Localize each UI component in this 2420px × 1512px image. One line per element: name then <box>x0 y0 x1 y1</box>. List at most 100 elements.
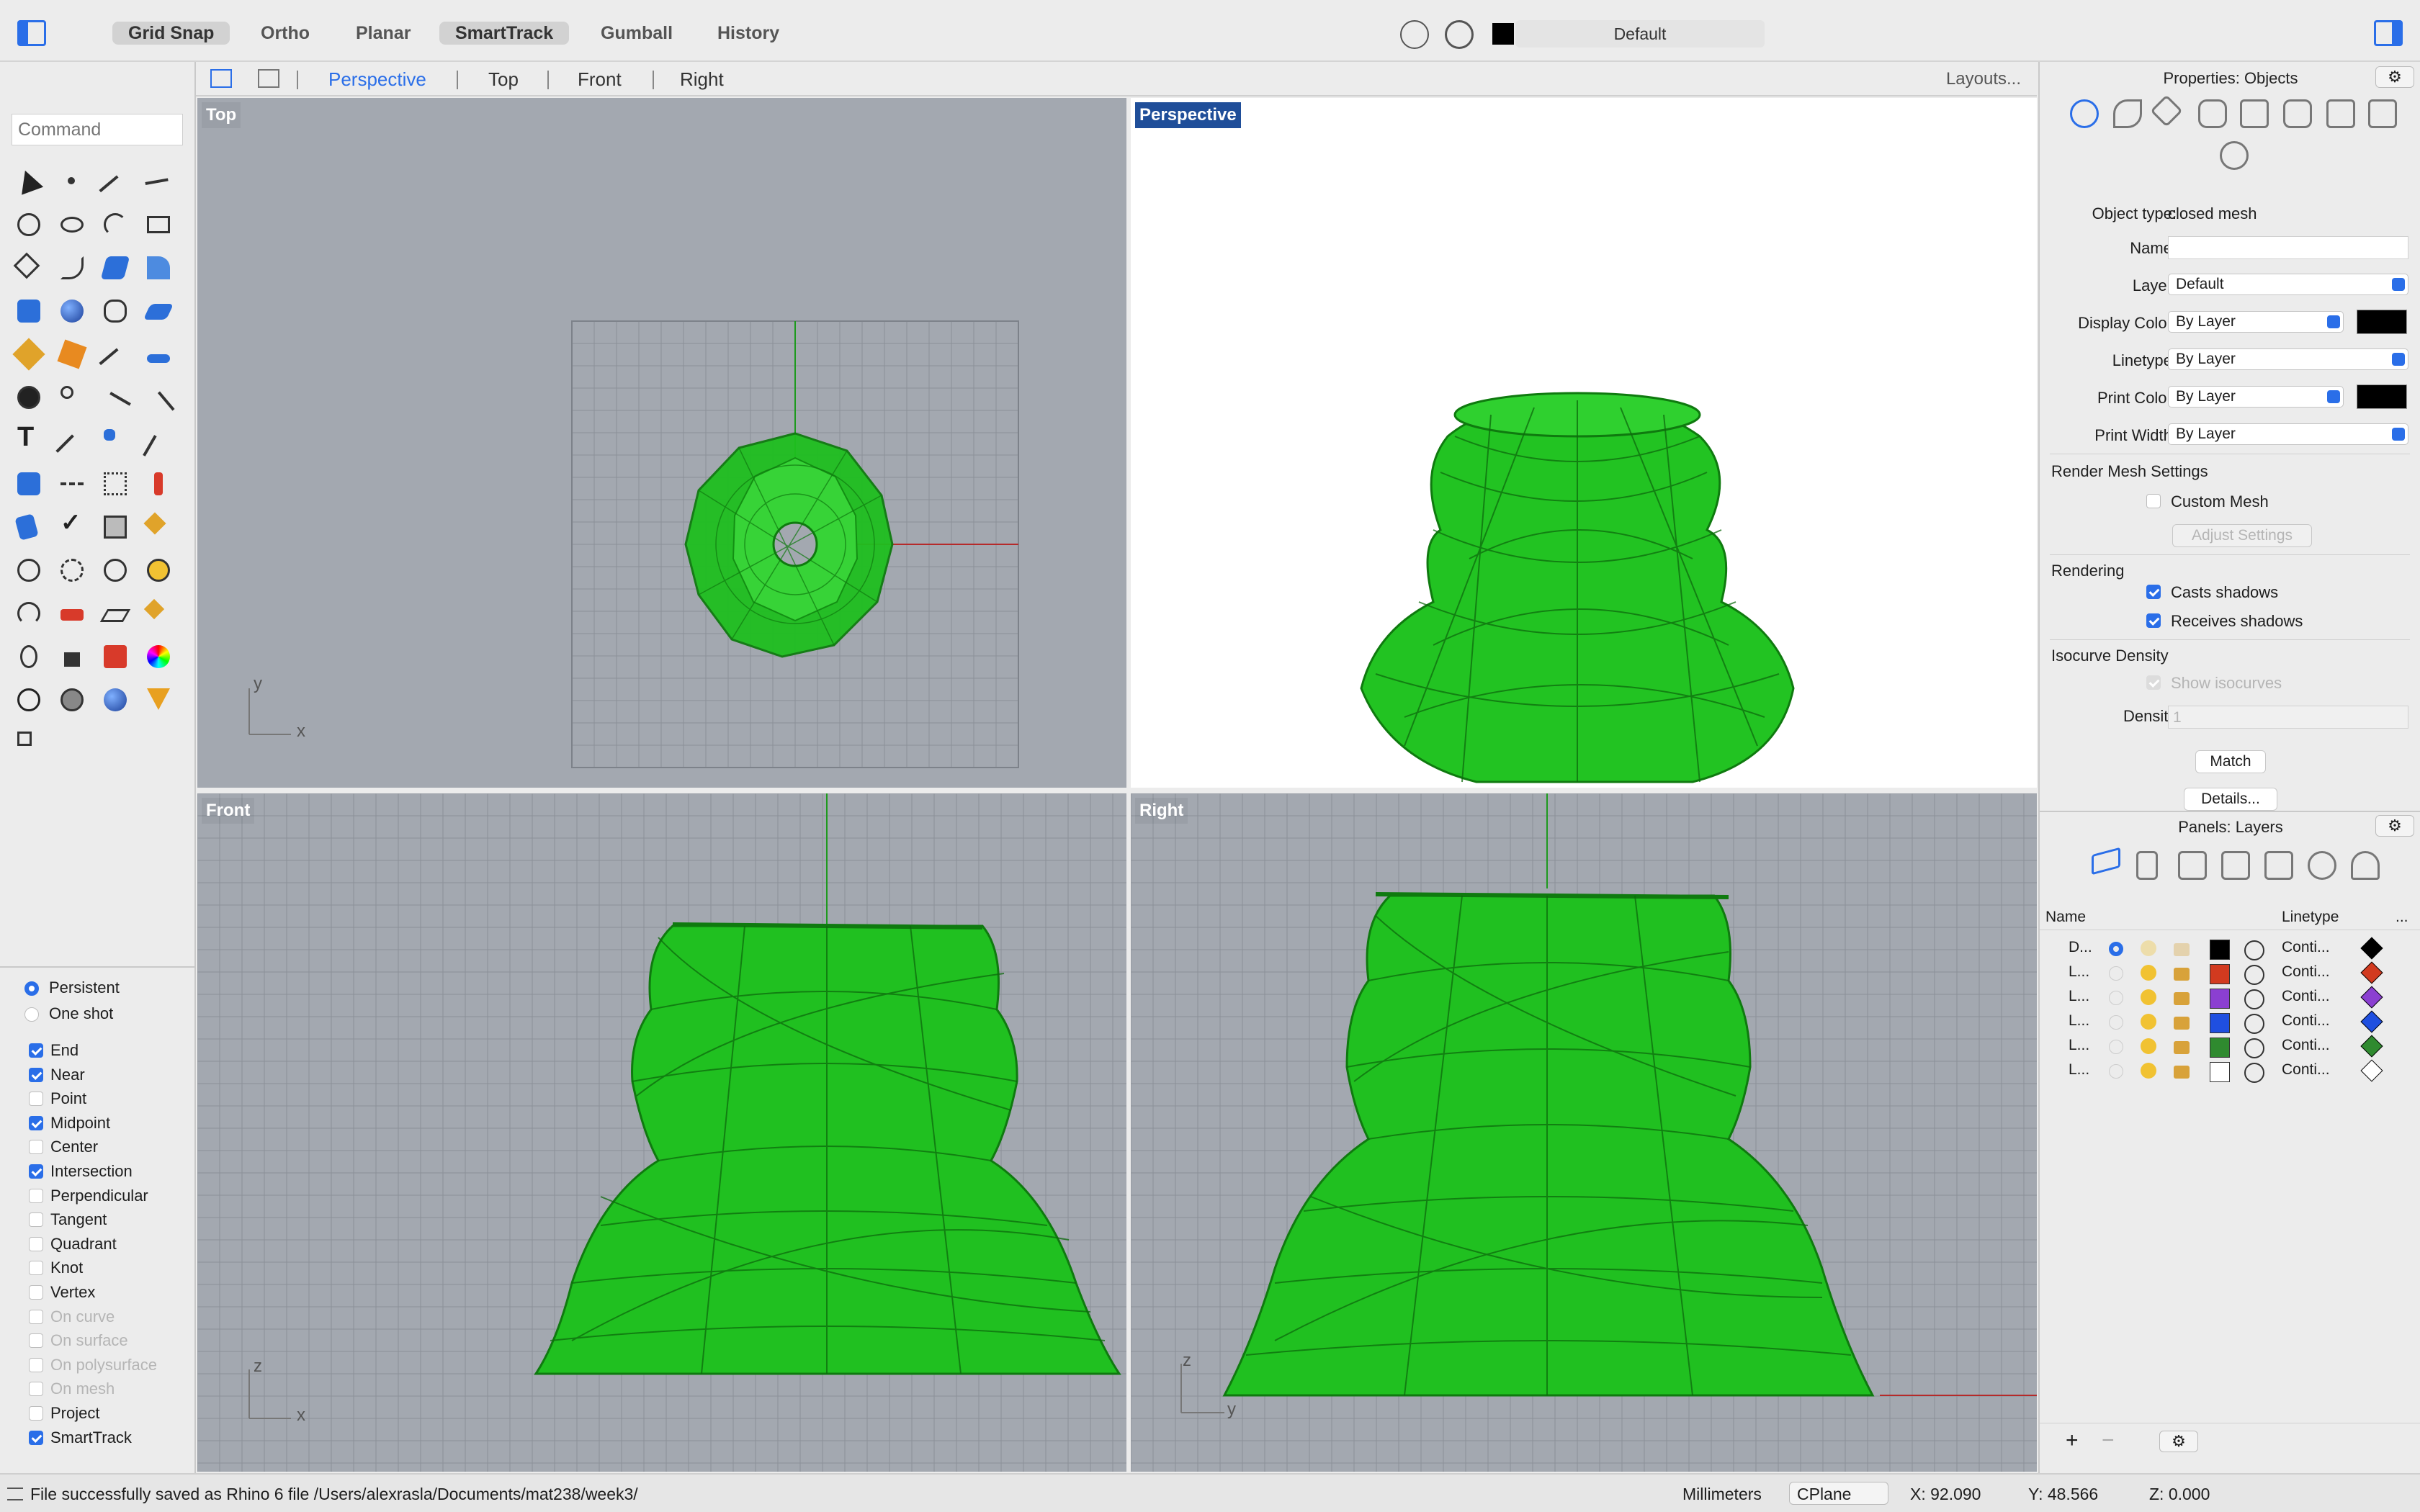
mesh-tool-icon[interactable] <box>7 333 50 376</box>
smarttrack-toggle[interactable]: SmartTrack <box>439 22 570 45</box>
split-tool-icon[interactable] <box>137 333 180 376</box>
osnap-on-surface[interactable]: On surface <box>0 1328 194 1353</box>
receives-shadows-checkbox[interactable] <box>2146 613 2161 628</box>
texture-properties-icon[interactable] <box>2198 99 2227 128</box>
group-tool-icon[interactable] <box>50 376 94 419</box>
array-tool-icon[interactable] <box>94 462 137 505</box>
material-circle-icon[interactable] <box>2244 1014 2264 1034</box>
layer-linetype[interactable]: Conti... <box>2282 1061 2330 1079</box>
layer-linetype[interactable]: Conti... <box>2282 963 2330 981</box>
layer-row[interactable]: D... Conti... <box>2040 935 2420 960</box>
current-layer-radio-icon[interactable] <box>2109 1040 2123 1054</box>
layers-options-gear-icon[interactable]: ⚙ <box>2159 1431 2198 1452</box>
density-field[interactable]: 1 <box>2168 706 2408 729</box>
dimension-tool-icon[interactable] <box>50 419 94 467</box>
lock-tool-icon[interactable] <box>50 635 94 678</box>
casts-shadows-checkbox[interactable] <box>2146 585 2161 599</box>
globe-properties-icon[interactable] <box>2220 141 2249 170</box>
show-isocurves-checkbox[interactable] <box>2146 675 2161 690</box>
checkbox[interactable] <box>29 1092 43 1107</box>
lightbulb-icon[interactable] <box>2141 940 2156 956</box>
right-sidebar-toggle-icon[interactable] <box>2374 20 2403 46</box>
layer-color-swatch[interactable] <box>2210 1038 2230 1058</box>
display-icon[interactable] <box>2264 851 2293 880</box>
osnap-mode-persistent[interactable]: Persistent <box>0 975 194 1001</box>
osnap-project[interactable]: Project <box>0 1401 194 1426</box>
column-name[interactable]: Name <box>2045 909 2086 926</box>
layer-linetype[interactable]: Conti... <box>2282 1037 2330 1054</box>
osnap-midpoint[interactable]: Midpoint <box>0 1111 194 1135</box>
snapshot-tool-icon[interactable] <box>137 592 180 635</box>
current-layer-radio-icon[interactable] <box>2109 1064 2123 1079</box>
viewport-right[interactable]: Right z y <box>1131 793 2037 1472</box>
filter-icon[interactable] <box>1400 20 1429 49</box>
attributes-properties-icon[interactable] <box>2368 99 2397 128</box>
details-button[interactable]: Details... <box>2184 788 2277 811</box>
trim-tool-icon[interactable] <box>94 333 137 381</box>
rotate-view-tool-icon[interactable] <box>7 592 50 635</box>
rectangle-tool-icon[interactable] <box>137 203 180 246</box>
osnap-vertex[interactable]: Vertex <box>0 1280 194 1305</box>
osnap-quadrant[interactable]: Quadrant <box>0 1232 194 1256</box>
curve-tool-icon[interactable] <box>137 160 180 205</box>
layer-row[interactable]: L... Conti... <box>2040 1008 2420 1034</box>
linetype-select[interactable]: By Layer <box>2168 348 2408 370</box>
layout-icon[interactable] <box>2221 851 2250 880</box>
render-tool-icon[interactable] <box>94 635 137 678</box>
osnap-smarttrack[interactable]: SmartTrack <box>0 1426 194 1450</box>
gumball-toggle[interactable]: Gumball <box>585 22 689 45</box>
light-tool-icon[interactable] <box>7 635 50 678</box>
radio-button[interactable] <box>24 1007 39 1022</box>
layers-gear-icon[interactable]: ⚙ <box>2375 815 2414 837</box>
layer-color-swatch[interactable] <box>2210 940 2230 960</box>
osnap-tangent[interactable]: Tangent <box>0 1207 194 1232</box>
osnap-point[interactable]: Point <box>0 1086 194 1111</box>
single-view-layout-icon[interactable] <box>258 69 279 88</box>
checkbox[interactable] <box>29 1188 43 1203</box>
checkbox[interactable] <box>29 1067 43 1082</box>
loft-tool-icon[interactable] <box>137 246 180 289</box>
circle-tool-icon[interactable] <box>7 203 50 246</box>
remove-layer-icon[interactable]: − <box>2102 1430 2115 1452</box>
osnap-intersection[interactable]: Intersection <box>0 1159 194 1184</box>
layout-tool-icon[interactable] <box>94 419 137 462</box>
layer-row[interactable]: L... Conti... <box>2040 959 2420 985</box>
print-color-diamond-icon[interactable] <box>2360 937 2383 960</box>
print-color-diamond-icon[interactable] <box>2360 986 2383 1009</box>
checkbox[interactable] <box>29 1236 43 1251</box>
cube-icon[interactable] <box>2178 851 2207 880</box>
lightbulb-icon[interactable] <box>2141 1063 2156 1079</box>
connect-tool-icon[interactable] <box>7 721 50 765</box>
osnap-perpendicular[interactable]: Perpendicular <box>0 1184 194 1208</box>
planar-toggle[interactable]: Planar <box>340 22 426 45</box>
curve-properties-icon[interactable] <box>2113 99 2142 128</box>
lightbulb-icon[interactable] <box>2141 989 2156 1005</box>
layer-name[interactable]: L... <box>2069 963 2089 981</box>
zoom-selected-tool-icon[interactable] <box>137 549 180 592</box>
array-line-tool-icon[interactable] <box>50 462 94 505</box>
material-tool-icon[interactable] <box>50 678 94 721</box>
menu-icon[interactable] <box>7 1488 23 1500</box>
lightbulb-icon[interactable] <box>2141 1014 2156 1030</box>
layer-name[interactable]: L... <box>2069 1037 2089 1054</box>
tab-perspective[interactable]: Perspective <box>328 66 426 92</box>
shade-tool-icon[interactable] <box>94 505 137 549</box>
notification-icon[interactable] <box>2351 851 2380 880</box>
column-more[interactable]: ... <box>2396 909 2408 926</box>
viewport-perspective[interactable]: Perspective <box>1131 98 2037 788</box>
viewport-label-perspective[interactable]: Perspective <box>1135 102 1241 128</box>
fillet-tool-icon[interactable] <box>50 246 94 289</box>
material-circle-icon[interactable] <box>2244 1063 2264 1083</box>
blend-tool-icon[interactable] <box>137 376 180 424</box>
material-properties-icon[interactable] <box>2150 94 2183 127</box>
arc-tool-icon[interactable] <box>94 203 137 246</box>
lock-icon[interactable] <box>2174 992 2190 1005</box>
checkbox[interactable] <box>29 1405 43 1421</box>
checkbox[interactable] <box>29 1430 43 1445</box>
layer-row[interactable]: L... Conti... <box>2040 1032 2420 1058</box>
distribute-tool-icon[interactable] <box>137 462 180 505</box>
document-icon[interactable] <box>2136 851 2158 880</box>
material-circle-icon[interactable] <box>2244 940 2264 960</box>
layer-linetype[interactable]: Conti... <box>2282 1012 2330 1030</box>
environment-tool-icon[interactable] <box>94 678 137 721</box>
